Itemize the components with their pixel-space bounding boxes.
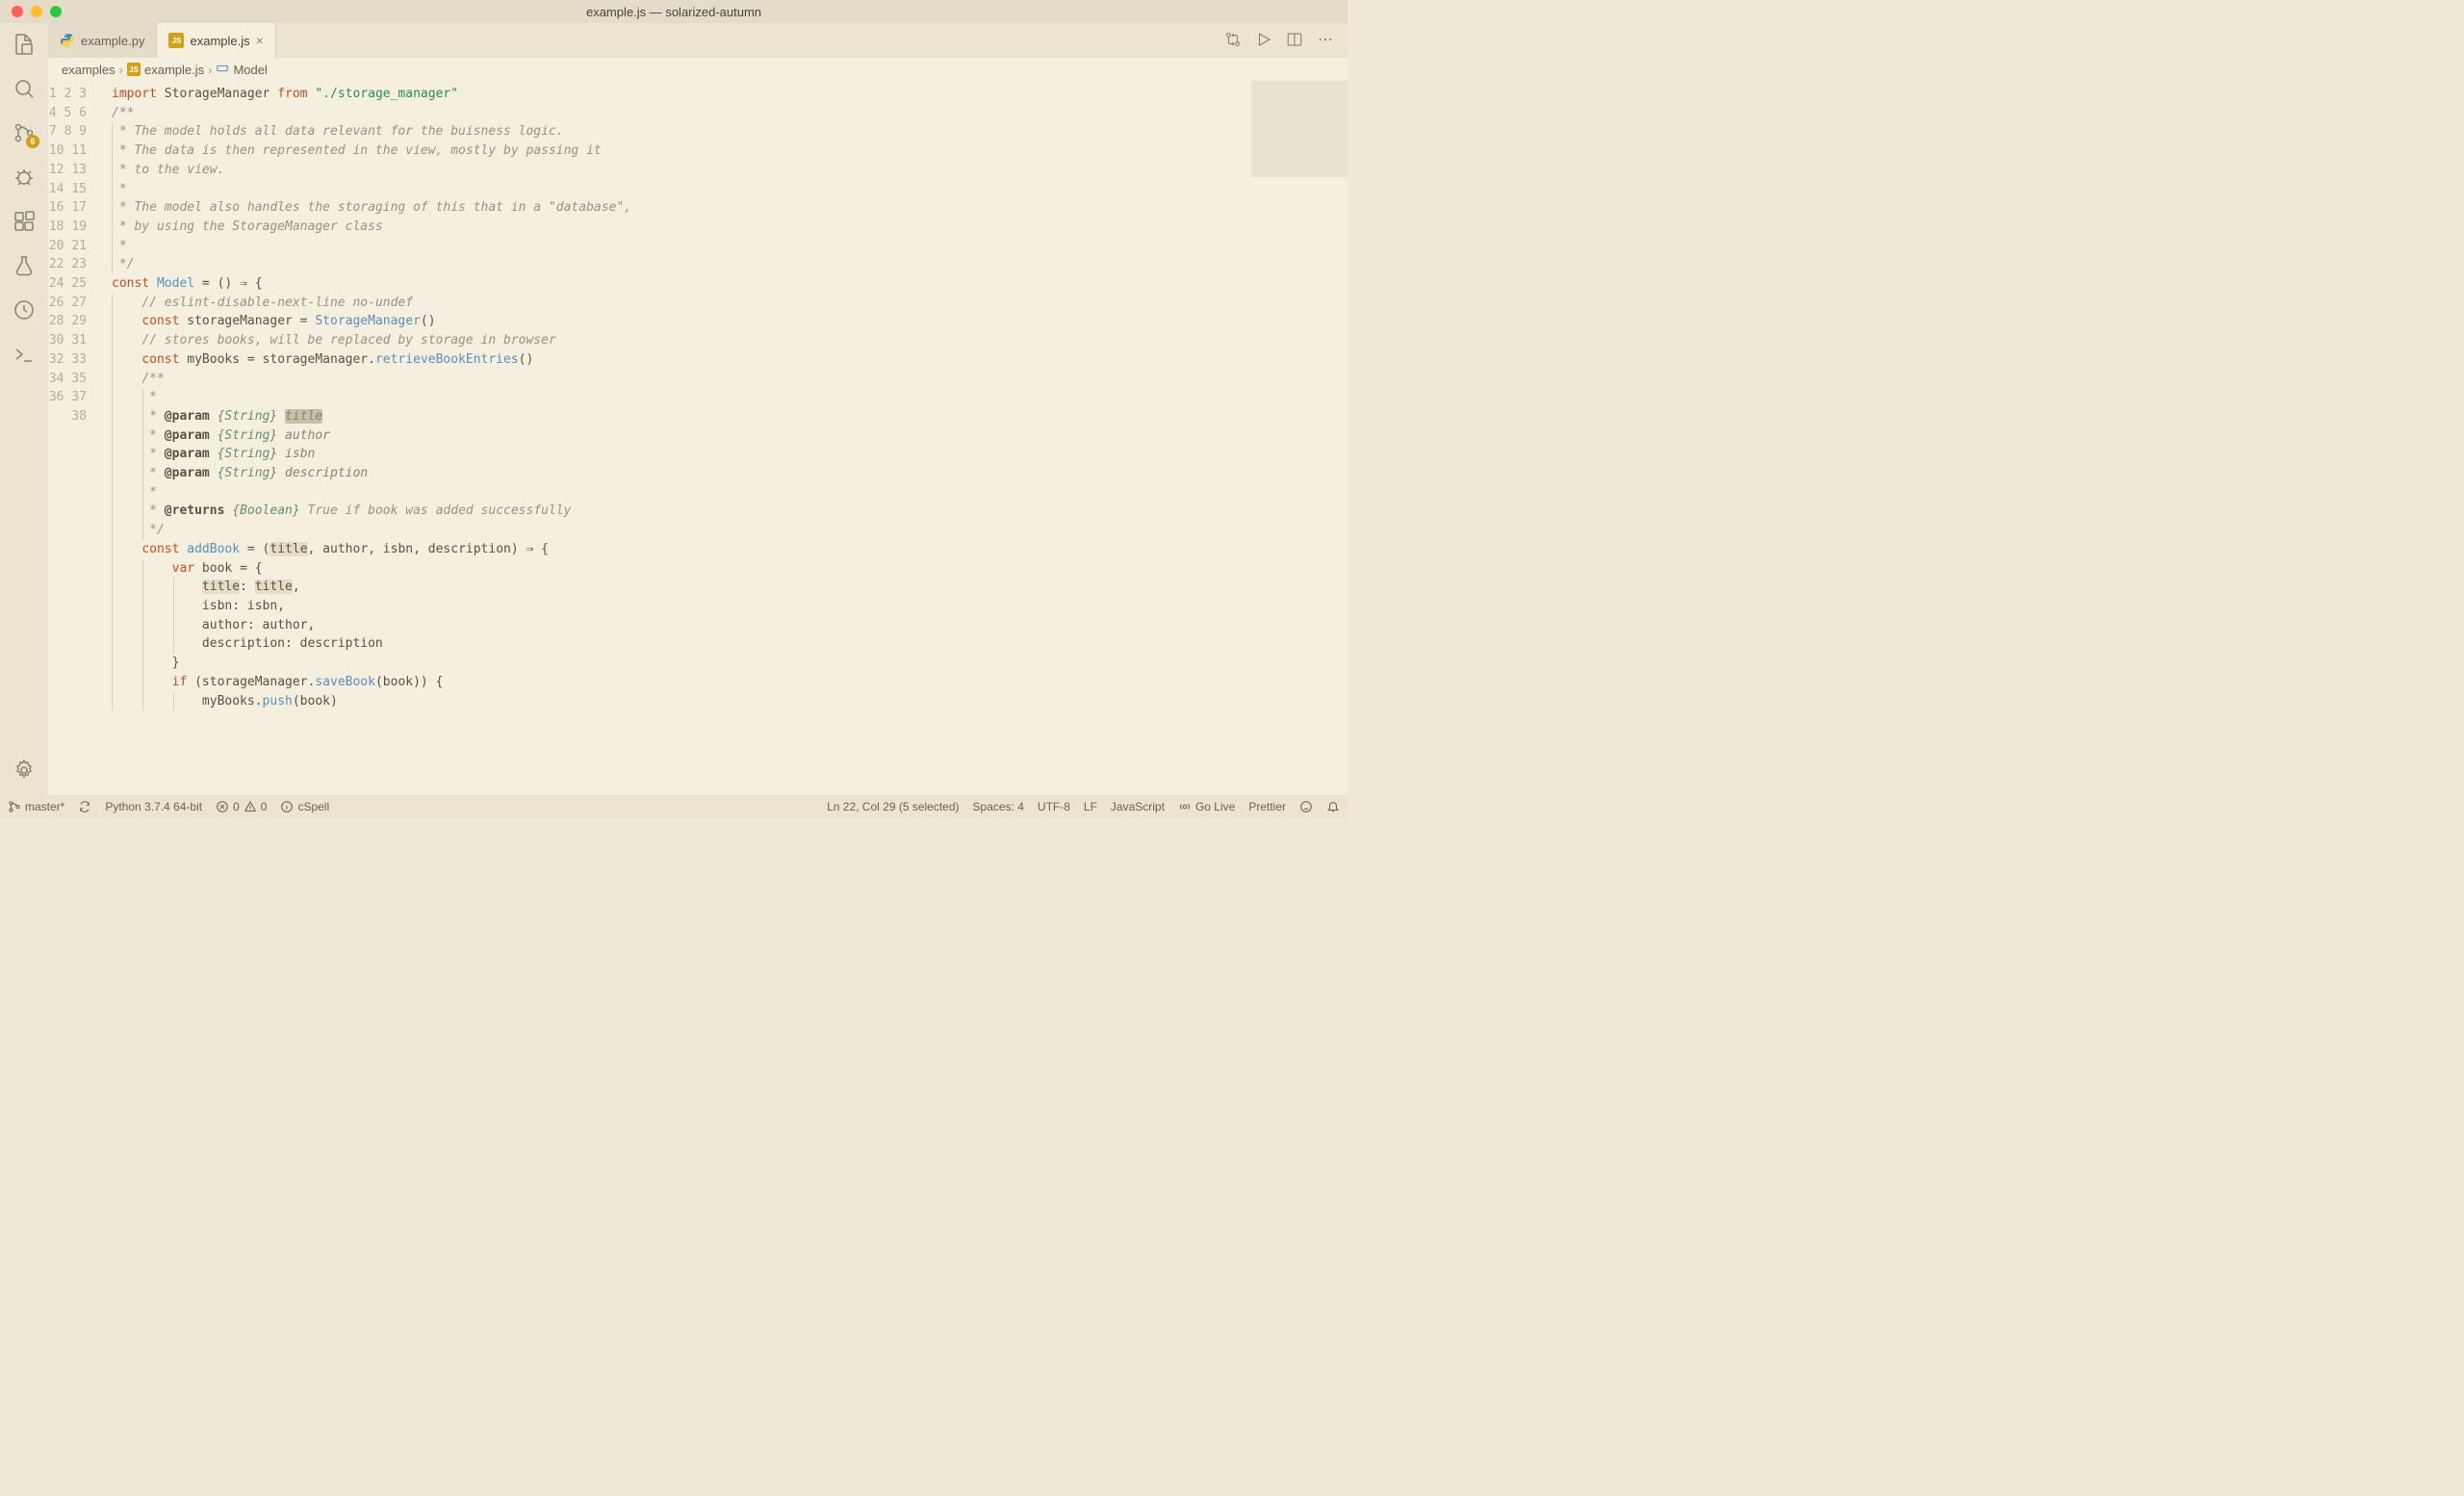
- chevron-right-icon: ›: [208, 63, 212, 77]
- minimap[interactable]: [1251, 81, 1348, 795]
- js-file-icon: JS: [127, 63, 141, 76]
- minimize-window-button[interactable]: [31, 6, 42, 17]
- go-live-status[interactable]: Go Live: [1178, 800, 1235, 813]
- tab-example-js[interactable]: JS example.js ×: [157, 23, 275, 58]
- titlebar: example.js — solarized-autumn: [0, 0, 1348, 23]
- source-control-icon[interactable]: 6: [11, 119, 38, 146]
- close-window-button[interactable]: [12, 6, 23, 17]
- breadcrumb-folder[interactable]: examples: [62, 63, 116, 77]
- problems-status[interactable]: 0 0: [216, 800, 267, 813]
- tab-bar: example.py JS example.js ×: [48, 23, 1348, 58]
- breadcrumb[interactable]: examples › JS example.js › Model: [48, 58, 1348, 81]
- python-env-status[interactable]: Python 3.7.4 64-bit: [105, 800, 202, 813]
- window: example.js — solarized-autumn 6: [0, 0, 1348, 818]
- git-compare-icon[interactable]: [1224, 31, 1242, 51]
- encoding-status[interactable]: UTF-8: [1038, 800, 1070, 813]
- indent-status[interactable]: Spaces: 4: [973, 800, 1024, 813]
- editor-body: 1 2 3 4 5 6 7 8 9 10 11 12 13 14 15 16 1…: [48, 81, 1348, 795]
- chevron-right-icon: ›: [119, 63, 123, 77]
- eol-status[interactable]: LF: [1084, 800, 1097, 813]
- breadcrumb-symbol[interactable]: Model: [233, 63, 267, 77]
- language-status[interactable]: JavaScript: [1111, 800, 1165, 813]
- settings-gear-icon[interactable]: [11, 757, 38, 784]
- symbol-icon: [216, 62, 229, 78]
- split-editor-icon[interactable]: [1286, 31, 1303, 51]
- tab-label: example.py: [81, 34, 144, 48]
- explorer-icon[interactable]: [11, 31, 38, 58]
- status-bar: master* Python 3.7.4 64-bit 0 0 cSpell L…: [0, 795, 1348, 818]
- testing-icon[interactable]: [11, 252, 38, 279]
- more-actions-icon[interactable]: [1317, 31, 1334, 51]
- cursor-position-status[interactable]: Ln 22, Col 29 (5 selected): [827, 800, 959, 813]
- close-tab-icon[interactable]: ×: [256, 33, 264, 48]
- sync-status[interactable]: [78, 800, 91, 813]
- breadcrumb-file[interactable]: example.js: [144, 63, 204, 77]
- maximize-window-button[interactable]: [50, 6, 62, 17]
- branch-status[interactable]: master*: [8, 800, 64, 813]
- tab-label: example.js: [190, 34, 249, 48]
- feedback-icon[interactable]: [1299, 800, 1313, 813]
- minimap-viewport[interactable]: [1251, 81, 1348, 177]
- run-icon[interactable]: [1255, 31, 1272, 51]
- line-number-gutter: 1 2 3 4 5 6 7 8 9 10 11 12 13 14 15 16 1…: [48, 81, 104, 795]
- tab-actions: [1211, 23, 1348, 58]
- code-editor[interactable]: import StorageManager from "./storage_ma…: [104, 81, 1251, 795]
- main: 6: [0, 23, 1348, 795]
- scm-badge: 6: [26, 135, 39, 148]
- window-title: example.js — solarized-autumn: [586, 5, 761, 19]
- extensions-icon[interactable]: [11, 208, 38, 235]
- js-file-icon: JS: [168, 33, 184, 48]
- activity-bar: 6: [0, 23, 48, 795]
- terminal-icon[interactable]: [11, 341, 38, 368]
- notifications-icon[interactable]: [1326, 800, 1340, 813]
- editor-area: example.py JS example.js × examples ›: [48, 23, 1348, 795]
- timeline-icon[interactable]: [11, 297, 38, 323]
- cspell-status[interactable]: cSpell: [280, 800, 329, 813]
- traffic-lights: [12, 6, 62, 17]
- python-file-icon: [60, 33, 75, 48]
- search-icon[interactable]: [11, 75, 38, 102]
- debug-icon[interactable]: [11, 164, 38, 191]
- prettier-status[interactable]: Prettier: [1248, 800, 1286, 813]
- tab-example-py[interactable]: example.py: [48, 23, 157, 58]
